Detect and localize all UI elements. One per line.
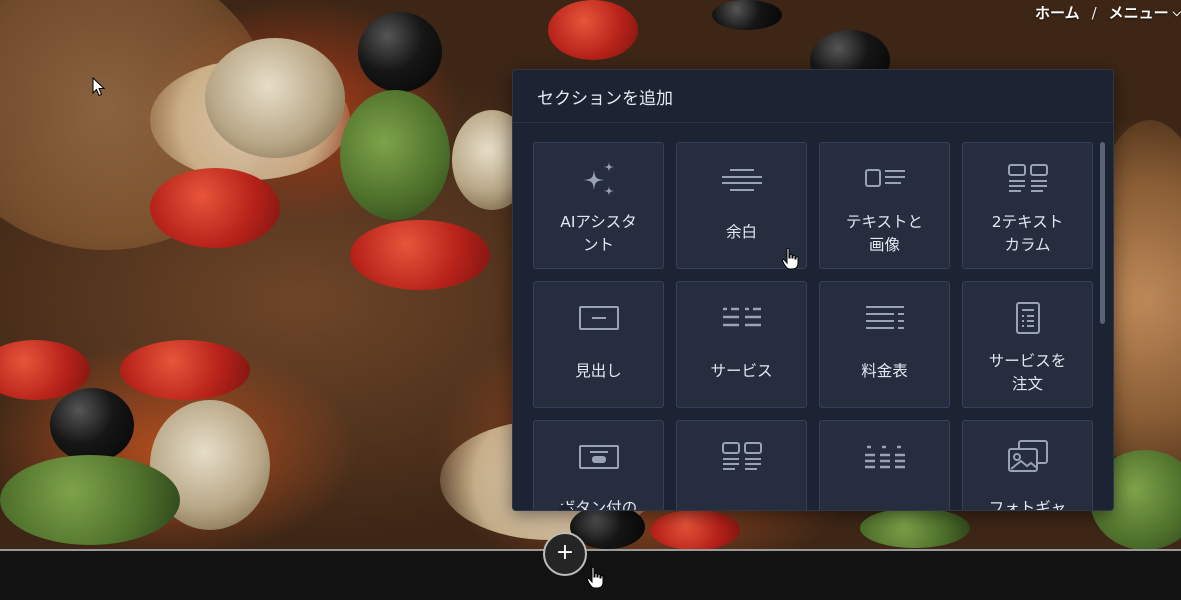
spacer-lines-icon — [721, 159, 763, 199]
breadcrumb-home-link[interactable]: ホーム — [1035, 2, 1080, 23]
breadcrumb: ホーム / メニュー ⌵ — [1035, 2, 1181, 23]
tile-order-service[interactable]: サービスを 注文 — [962, 281, 1093, 408]
breadcrumb-separator: / — [1091, 3, 1097, 22]
tile-three-column-list[interactable] — [819, 420, 950, 510]
order-document-icon — [1007, 298, 1049, 338]
services-icon — [721, 298, 763, 338]
tile-label: テキストと 画像 — [845, 213, 924, 254]
breadcrumb-menu-link[interactable]: メニュー — [1109, 2, 1169, 23]
tile-photo-gallery[interactable]: フォトギャ — [962, 420, 1093, 511]
tile-label: 余白 — [725, 223, 757, 241]
price-list-icon — [864, 298, 906, 338]
tile-text-and-image[interactable]: テキストと 画像 — [819, 142, 950, 269]
hand-pointer-icon — [781, 247, 799, 270]
tile-services[interactable]: サービス — [676, 281, 807, 408]
tile-label: サービスを 注文 — [988, 352, 1067, 393]
two-column-list-icon — [721, 437, 763, 477]
heading-icon — [578, 298, 620, 338]
tile-label: ボタン付の — [559, 499, 638, 511]
chevron-down-icon[interactable]: ⌵ — [1173, 6, 1181, 20]
panel-scrollbar[interactable] — [1100, 142, 1105, 492]
photo-gallery-icon — [1007, 437, 1049, 477]
tile-price-list[interactable]: 料金表 — [819, 281, 950, 408]
tile-label: フォトギャ — [988, 499, 1067, 511]
panel-title: セクションを追加 — [513, 70, 1113, 123]
tile-button-block[interactable]: ボタン付の — [533, 420, 664, 511]
tile-two-column-list[interactable] — [676, 420, 807, 510]
tile-label: 料金表 — [861, 362, 908, 380]
tile-label: 見出し — [575, 362, 622, 380]
scrollbar-thumb[interactable] — [1100, 142, 1105, 324]
button-block-icon — [578, 437, 620, 477]
text-image-icon — [864, 159, 906, 199]
mouse-pointer-icon — [92, 77, 106, 97]
tile-label: AIアシスタ ント — [560, 213, 637, 254]
sparkles-icon — [578, 159, 620, 199]
tile-label: 2テキスト カラム — [991, 213, 1064, 254]
tile-two-text-columns[interactable]: 2テキスト カラム — [962, 142, 1093, 269]
tile-ai-assistant[interactable]: AIアシスタ ント — [533, 142, 664, 269]
add-section-panel: セクションを追加 AIアシスタ ント 余白 テキストと 画像 2テキスト カラム… — [512, 69, 1114, 511]
tile-scroll-area[interactable]: AIアシスタ ント 余白 テキストと 画像 2テキスト カラム 見出し サービス… — [513, 124, 1113, 511]
two-columns-icon — [1007, 159, 1049, 199]
tile-heading[interactable]: 見出し — [533, 281, 664, 408]
three-column-list-icon — [864, 437, 906, 477]
section-tile-grid: AIアシスタ ント 余白 テキストと 画像 2テキスト カラム 見出し サービス… — [533, 142, 1093, 511]
hand-pointer-icon — [586, 566, 604, 589]
tile-label: サービス — [710, 362, 773, 380]
add-section-button[interactable]: + — [543, 532, 587, 576]
